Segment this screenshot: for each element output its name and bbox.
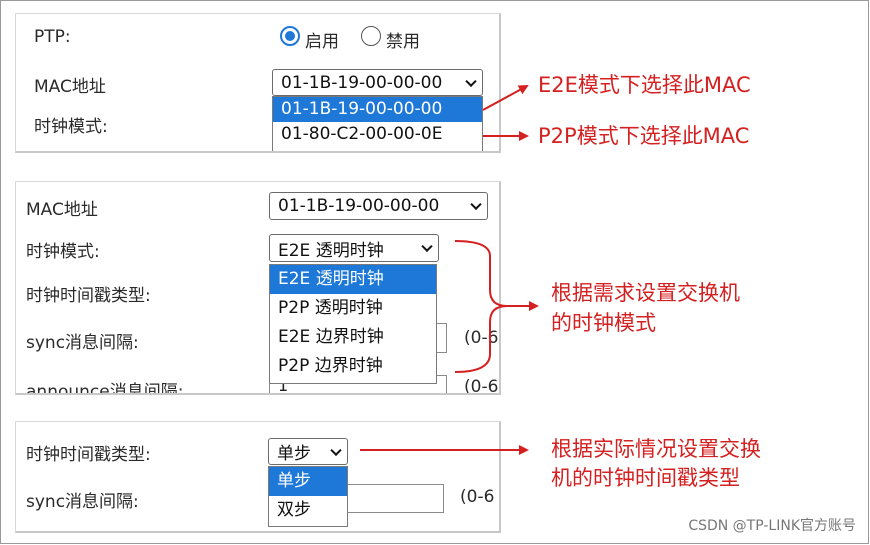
sync-interval-input[interactable] [346,484,444,513]
mac-option-e2e[interactable]: 01-1B-19-00-00-00 [273,97,482,122]
note-clock-mode-line1: 根据需求设置交换机 [551,281,740,305]
chevron-down-icon [470,198,482,211]
mac-address-dropdown: 01-1B-19-00-00-00 01-80-C2-00-00-0E [272,96,483,151]
sync-interval-label: sync消息间隔: [26,492,139,512]
sync-range-hint: (0-6 [464,328,499,348]
mac-address-select[interactable]: 01-1B-19-00-00-00 [269,192,488,220]
note-timestamp-line2: 机的时钟时间戳类型 [551,466,740,490]
timestamp-type-select-value: 单步 [277,444,311,464]
mac-address-select-value: 01-1B-19-00-00-00 [278,196,440,216]
chevron-down-icon [421,240,433,253]
sync-range-hint: (0-6 [460,487,495,507]
announce-range-hint: (0-6 [464,377,499,395]
clock-mode-option[interactable]: E2E 透明时钟 [270,265,436,294]
announce-interval-label: announce消息间隔: [26,382,184,395]
note-e2e-mac: E2E模式下选择此MAC [538,73,751,97]
clock-mode-option[interactable]: P2P 透明时钟 [270,294,436,323]
timestamp-type-select[interactable]: 单步 [268,438,348,465]
radio-disable-label: 禁用 [386,32,420,52]
note-p2p-mac: P2P模式下选择此MAC [538,124,750,148]
clock-mode-label: 时钟模式: [26,242,100,262]
timestamp-type-label: 时钟时间戳类型: [26,445,151,465]
ptp-label: PTP: [34,27,71,47]
clock-mode-select[interactable]: E2E 透明时钟 [269,234,439,262]
mac-address-label: MAC地址 [26,200,98,220]
clock-mode-label: 时钟模式: [34,117,108,137]
radio-disable[interactable] [361,26,381,46]
clock-mode-select-value: E2E 透明时钟 [278,240,384,261]
note-clock-mode-line2: 的时钟模式 [551,311,656,335]
radio-enable[interactable] [280,26,300,46]
mac-option-p2p[interactable]: 01-80-C2-00-00-0E [273,122,482,147]
mac-address-label: MAC地址 [34,77,106,97]
watermark: CSDN @TP-LINK官方账号 [688,518,856,534]
chevron-down-icon [465,75,477,87]
sync-interval-label: sync消息间隔: [26,333,139,353]
timestamp-option-single[interactable]: 单步 [269,467,347,496]
timestamp-option-double[interactable]: 双步 [269,496,347,525]
ptp-settings-panel: PTP: 启用 禁用 MAC地址 01-1B-19-00-00-00 时钟模式:… [15,13,501,153]
mac-address-select-value: 01-1B-19-00-00-00 [281,72,443,93]
chevron-down-icon [330,444,342,456]
clock-mode-option[interactable]: P2P 边界时钟 [270,352,436,381]
mac-address-select[interactable]: 01-1B-19-00-00-00 [272,69,483,96]
clock-mode-panel: MAC地址 01-1B-19-00-00-00 时钟模式: E2E 透明时钟 时… [15,181,501,395]
timestamp-type-panel: 时钟时间戳类型: 单步 sync消息间隔: (0-6 单步 双步 [15,421,501,533]
timestamp-type-dropdown: 单步 双步 [268,466,348,527]
radio-enable-label: 启用 [305,32,339,52]
timestamp-type-label: 时钟时间戳类型: [26,286,151,306]
clock-mode-option[interactable]: E2E 边界时钟 [270,323,436,352]
clock-mode-dropdown: E2E 透明时钟 P2P 透明时钟 E2E 边界时钟 P2P 边界时钟 [269,264,437,384]
note-timestamp-line1: 根据实际情况设置交换 [551,437,761,461]
